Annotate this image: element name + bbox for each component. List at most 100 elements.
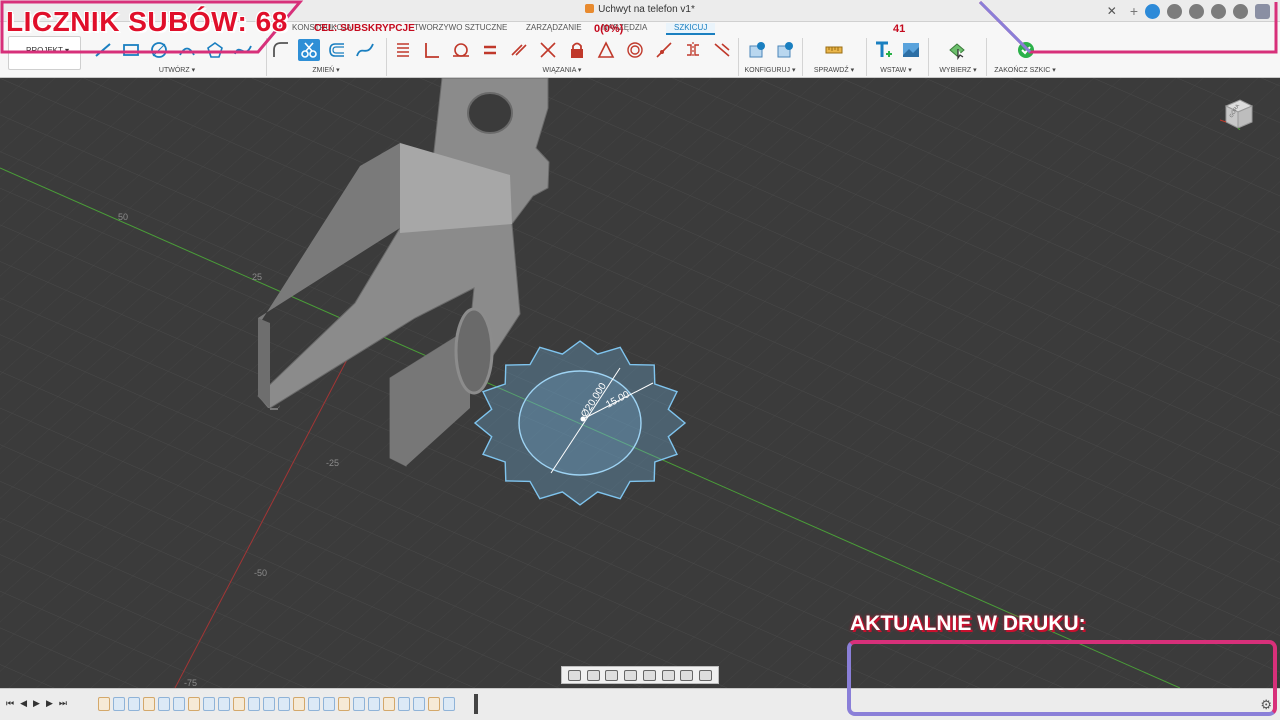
timeline-feature[interactable] [203, 697, 215, 711]
timeline-feature[interactable] [158, 697, 170, 711]
step-back-icon[interactable]: ◀ [20, 698, 27, 709]
printing-frame-overlay [847, 640, 1277, 716]
ribbon-separator [802, 38, 803, 76]
sub-counter-overlay: LICZNIK SUBÓW: 68 [6, 6, 288, 37]
inspect-icons [823, 38, 845, 62]
goal-progress-overlay: 0(0%) [594, 23, 624, 35]
timeline-feature[interactable] [293, 697, 305, 711]
group-insert: WSTAW ▾ [868, 36, 924, 78]
goal-target-overlay: 41 [893, 23, 906, 35]
overlay-frame-top-right [978, 0, 1278, 54]
timeline-feature[interactable] [248, 697, 260, 711]
step-forward-icon[interactable]: ▶ [46, 698, 53, 709]
extend-icon[interactable] [354, 39, 376, 61]
axis-label-neg25: -25 [326, 458, 340, 468]
document-title-text: Uchwyt na telefon v1* [598, 4, 695, 15]
constraint-icons [392, 38, 733, 62]
tab-szkicuj[interactable]: SZKICUJ [666, 23, 716, 35]
play-icon[interactable]: ▶ [33, 698, 40, 709]
timeline-feature[interactable] [128, 697, 140, 711]
view-cube[interactable]: GÓRA [1219, 96, 1254, 131]
timeline-features [98, 697, 455, 711]
tangent-icon[interactable] [450, 39, 472, 61]
select-icons [946, 38, 968, 62]
group-inspect: SPRAWDŹ ▾ [806, 36, 862, 78]
group-create-label[interactable]: UTWÓRZ ▾ [92, 66, 262, 74]
insert-text-icon[interactable] [872, 39, 894, 61]
group-constraints-label[interactable]: WIĄZANIA ▾ [392, 66, 732, 74]
timeline-feature[interactable] [338, 697, 350, 711]
select-icon[interactable] [946, 39, 968, 61]
perpendicular-icon[interactable] [421, 39, 443, 61]
horizontal-vertical-icon[interactable] [653, 39, 675, 61]
3d-viewport[interactable]: Ø20.000 15.00 50 25 -25 -50 -75 GÓRA [0, 78, 1280, 688]
go-to-end-icon[interactable]: ⏭ [59, 698, 67, 709]
group-modify-label[interactable]: ZMIEŃ ▾ [270, 66, 382, 74]
configure-table-icon[interactable] [774, 39, 796, 61]
group-select-label[interactable]: WYBIERZ ▾ [930, 66, 986, 74]
midpoint-icon[interactable] [595, 39, 617, 61]
timeline-feature[interactable] [218, 697, 230, 711]
sketch-profile[interactable]: Ø20.000 15.00 [473, 340, 687, 506]
timeline-feature[interactable] [143, 697, 155, 711]
group-configure: KONFIGURUJ ▾ [742, 36, 798, 78]
measure-icon[interactable] [823, 39, 845, 61]
configure-icons [746, 38, 796, 62]
display-settings-icon[interactable] [661, 669, 675, 681]
pan-icon[interactable] [605, 669, 619, 681]
ribbon-separator [928, 38, 929, 76]
timeline-feature[interactable] [233, 697, 245, 711]
equal-icon[interactable] [479, 39, 501, 61]
coincident-icon[interactable] [392, 39, 414, 61]
timeline-feature[interactable] [368, 697, 380, 711]
timeline-feature[interactable] [278, 697, 290, 711]
axis-label-25: 25 [252, 272, 263, 282]
orbit-icon[interactable] [567, 669, 581, 681]
viewports-icon[interactable] [699, 669, 713, 681]
group-finish-label[interactable]: ZAKOŃCZ SZKIC ▾ [988, 66, 1062, 74]
fusion-app-window: Uchwyt na telefon v1* ✕ + KONSTRUKCJA TW… [0, 0, 1280, 720]
group-insert-label[interactable]: WSTAW ▾ [868, 66, 924, 74]
sketch-circle[interactable] [518, 370, 642, 476]
tab-tworzywo[interactable]: TWORZYWO SZTUCZNE [414, 23, 507, 32]
axis-label-50: 50 [118, 212, 129, 222]
zoom-icon[interactable] [624, 669, 638, 681]
scene-canvas[interactable]: Ø20.000 15.00 [0, 78, 1280, 688]
timeline-feature[interactable] [98, 697, 110, 711]
group-constraints: WIĄZANIA ▾ [392, 36, 732, 78]
timeline-feature[interactable] [113, 697, 125, 711]
insert-icons [872, 38, 922, 62]
parameters-icon[interactable] [746, 39, 768, 61]
offset-icon[interactable] [326, 39, 348, 61]
group-configure-label[interactable]: KONFIGURUJ ▾ [742, 66, 798, 74]
timeline-feature[interactable] [398, 697, 410, 711]
fix-icon[interactable] [566, 39, 588, 61]
timeline-feature[interactable] [173, 697, 185, 711]
timeline-feature[interactable] [443, 697, 455, 711]
look-at-icon[interactable] [586, 669, 600, 681]
ribbon-separator [386, 38, 387, 76]
symmetry-icon[interactable] [682, 39, 704, 61]
tab-zarzadzanie[interactable]: ZARZĄDZANIE [526, 23, 582, 32]
ribbon-separator [738, 38, 739, 76]
grid-settings-icon[interactable] [680, 669, 694, 681]
timeline-feature[interactable] [188, 697, 200, 711]
curvature-icon[interactable] [711, 39, 733, 61]
timeline-feature[interactable] [383, 697, 395, 711]
navigation-toolbar [561, 666, 719, 684]
timeline-feature[interactable] [323, 697, 335, 711]
concentric-icon[interactable] [624, 39, 646, 61]
timeline-feature[interactable] [413, 697, 425, 711]
timeline-feature[interactable] [263, 697, 275, 711]
go-to-start-icon[interactable]: ⏮ [6, 698, 14, 709]
document-icon [585, 4, 595, 13]
parallel-icon[interactable] [508, 39, 530, 61]
fit-icon[interactable] [642, 669, 656, 681]
timeline-feature[interactable] [308, 697, 320, 711]
collinear-icon[interactable] [537, 39, 559, 61]
insert-image-icon[interactable] [900, 39, 922, 61]
timeline-feature[interactable] [428, 697, 440, 711]
timeline-feature[interactable] [353, 697, 365, 711]
group-inspect-label[interactable]: SPRAWDŹ ▾ [806, 66, 862, 74]
timeline-marker[interactable] [474, 694, 478, 714]
